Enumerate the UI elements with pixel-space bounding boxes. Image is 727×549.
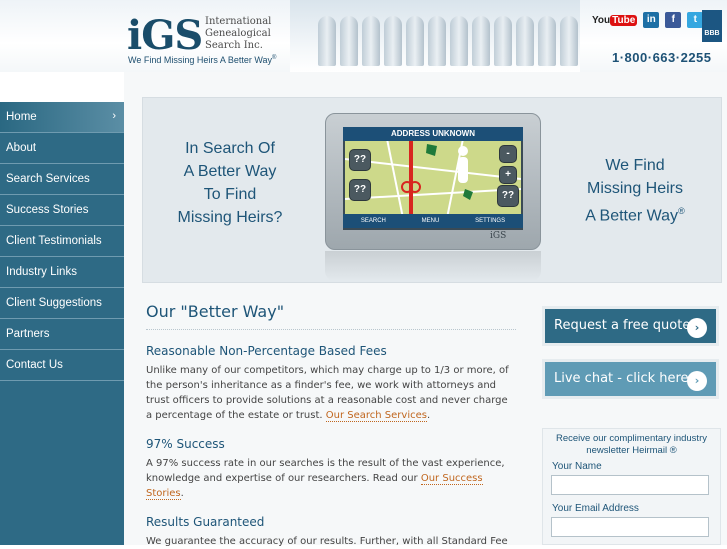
youtube-icon[interactable]: You Tube [592, 14, 638, 26]
nav-item-search-services[interactable]: Search Services [0, 164, 124, 195]
live-chat-button[interactable]: Live chat - click here › [542, 359, 719, 399]
main-nav: Home › About Search Services Success Stor… [0, 102, 124, 381]
social-links: You Tube in f t [592, 12, 704, 28]
section-heading-success: 97% Success [146, 437, 225, 451]
phone-number: 1·800·663·2255 [612, 50, 712, 65]
nav-item-about[interactable]: About [0, 133, 124, 164]
gps-question-button-3: ?? [497, 185, 519, 207]
request-quote-button[interactable]: Request a free quote › [542, 306, 719, 346]
section-heading-fees: Reasonable Non-Percentage Based Fees [146, 344, 387, 358]
newsletter-title: Receive our complimentary industry newsl… [555, 433, 707, 456]
nav-item-client-testimonials[interactable]: Client Testimonials [0, 226, 124, 257]
logo[interactable]: iGS [127, 12, 203, 59]
header-figures-graphic [318, 16, 578, 70]
email-label: Your Email Address [552, 503, 639, 514]
nav-item-home[interactable]: Home › [0, 102, 124, 133]
nav-item-industry-links[interactable]: Industry Links [0, 257, 124, 288]
gps-brand: iGS [490, 231, 507, 241]
nav-item-contact-us[interactable]: Contact Us [0, 350, 124, 381]
name-field[interactable] [551, 475, 709, 495]
left-column-spacer [0, 72, 124, 102]
gps-menu-bar: SEARCH MENU SETTINGS [343, 214, 523, 228]
gps-question-button-1: ?? [349, 149, 371, 171]
gps-reflection [325, 251, 541, 281]
tagline: We Find Missing Heirs A Better Way® [128, 55, 277, 65]
gps-zoom-in-button: + [499, 166, 517, 184]
section-body-guarantee: We guarantee the accuracy of our results… [146, 536, 508, 547]
search-services-link[interactable]: Our Search Services [325, 410, 427, 422]
bbb-badge-icon[interactable]: BBB [702, 10, 722, 42]
facebook-icon[interactable]: f [665, 12, 682, 28]
org-name: International Genealogical Search Inc. [205, 16, 272, 51]
arrow-right-icon: › [687, 318, 707, 338]
section-body-success: A 97% success rate in our searches is th… [146, 458, 505, 500]
banner-left-text: In Search Of A Better Way To Find Missin… [177, 140, 283, 226]
nav-item-success-stories[interactable]: Success Stories [0, 195, 124, 226]
linkedin-icon[interactable]: in [643, 12, 660, 28]
section-heading-guarantee: Results Guaranteed [146, 515, 265, 529]
twitter-icon[interactable]: t [687, 12, 704, 28]
banner-right-text: We Find Missing Heirs A Better Way® [585, 157, 685, 225]
name-label: Your Name [552, 461, 602, 472]
nav-item-partners[interactable]: Partners [0, 319, 124, 350]
main-content: Our "Better Way" Reasonable Non-Percenta… [146, 302, 516, 549]
nav-item-client-suggestions[interactable]: Client Suggestions [0, 288, 124, 319]
email-field[interactable] [551, 517, 709, 537]
gps-zoom-out-button: - [499, 145, 517, 163]
page-title: Our "Better Way" [146, 302, 516, 330]
chevron-right-icon: › [112, 110, 116, 122]
gps-title: ADDRESS UNKNOWN [343, 127, 523, 141]
arrow-right-icon: › [687, 371, 707, 391]
gps-question-button-2: ?? [349, 179, 371, 201]
section-body-fees: Unlike many of our competitors, which ma… [146, 365, 509, 422]
